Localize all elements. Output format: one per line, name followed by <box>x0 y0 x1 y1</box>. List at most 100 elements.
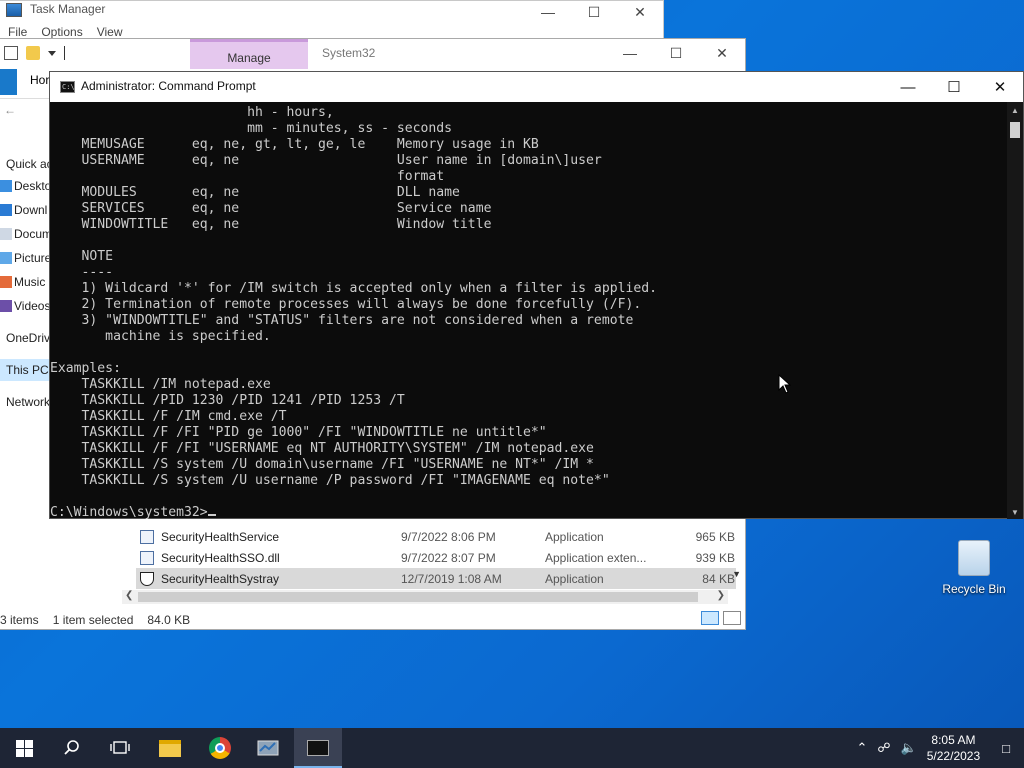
maximize-button[interactable]: ☐ <box>653 39 699 67</box>
task-manager-title: Task Manager <box>30 2 106 16</box>
file-name: SecurityHealthService <box>161 529 280 544</box>
cmd-scrollbar[interactable]: ▲ ▼ <box>1007 102 1023 519</box>
volume-icon[interactable]: 🔈 <box>901 740 917 756</box>
nav-documents[interactable]: Docum <box>0 223 52 245</box>
console-output[interactable]: hh - hours, mm - minutes, ss - seconds M… <box>50 105 1008 519</box>
horizontal-scrollbar[interactable]: ❮ ❯ <box>122 590 728 604</box>
file-name: SecurityHealthSSO.dll <box>161 550 280 565</box>
file-row-selected[interactable]: SecurityHealthSystray 12/7/2019 1:08 AM … <box>136 568 736 589</box>
nav-label: Quick ac <box>6 157 52 171</box>
nav-label: Docum <box>14 227 52 241</box>
file-date: 12/7/2019 1:08 AM <box>401 571 502 586</box>
clock-date: 5/22/2023 <box>926 749 981 763</box>
scroll-down-icon[interactable]: ▼ <box>1011 508 1019 517</box>
videos-icon <box>0 300 12 312</box>
nav-music[interactable]: Music <box>0 271 52 293</box>
file-size: 84 KB <box>702 571 735 586</box>
chevron-up-icon[interactable]: ⌃ <box>856 740 867 756</box>
nav-videos[interactable]: Videos <box>0 295 52 317</box>
taskbar-chrome[interactable] <box>196 728 244 768</box>
nav-downloads[interactable]: Downl <box>0 199 52 221</box>
properties-icon[interactable] <box>4 46 18 60</box>
tab-home[interactable]: Hor <box>30 73 49 87</box>
details-view-icon[interactable] <box>701 611 719 625</box>
clock-time: 8:05 AM <box>931 733 976 747</box>
explorer-titlebar: Manage System32 — ☐ ✕ <box>0 39 745 69</box>
nav-onedrive[interactable]: OneDriv <box>0 327 52 349</box>
task-manager-menu: File Options View <box>0 25 123 39</box>
tab-file[interactable] <box>0 69 17 95</box>
nav-label: Deskto <box>14 179 52 193</box>
close-button[interactable]: ✕ <box>617 1 663 23</box>
system-tray: ⌃ ☍ 🔈 8:05 AM 5/22/2023 □ <box>856 728 1024 768</box>
selection-count: 1 item selected <box>52 613 134 627</box>
file-date: 9/7/2022 8:07 PM <box>401 550 496 565</box>
minimize-button[interactable]: — <box>885 72 931 102</box>
minimize-button[interactable]: — <box>525 1 571 23</box>
task-manager-icon <box>257 740 279 756</box>
recycle-bin-label: Recycle Bin <box>942 582 1006 596</box>
network-icon[interactable]: ☍ <box>877 740 890 756</box>
clock[interactable]: 8:05 AM 5/22/2023 <box>927 732 980 764</box>
taskbar-task-manager[interactable] <box>244 728 292 768</box>
toolbar-divider <box>64 46 65 60</box>
file-type: Application <box>545 529 604 544</box>
command-prompt-window[interactable]: C:\ Administrator: Command Prompt — ☐ ✕ … <box>49 71 1024 519</box>
scroll-right-icon[interactable]: ❯ <box>717 590 725 601</box>
maximize-button[interactable]: ☐ <box>931 72 977 102</box>
nav-label: Downl <box>14 203 48 217</box>
scroll-up-icon[interactable]: ▲ <box>1011 106 1019 115</box>
file-row[interactable]: SecurityHealthSSO.dll 9/7/2022 8:07 PM A… <box>136 547 736 568</box>
new-folder-icon[interactable] <box>26 46 40 60</box>
chrome-icon <box>209 737 231 759</box>
nav-pictures[interactable]: Picture <box>0 247 52 269</box>
search-icon <box>64 740 79 755</box>
close-button[interactable]: ✕ <box>977 72 1023 102</box>
music-icon <box>0 276 12 288</box>
file-row[interactable]: SecurityHealthService 9/7/2022 8:06 PM A… <box>136 526 736 547</box>
tab-manage[interactable]: Manage <box>190 39 308 69</box>
search-button[interactable] <box>48 728 96 768</box>
menu-view[interactable]: View <box>97 25 123 39</box>
nav-desktop[interactable]: Deskto <box>0 175 52 197</box>
console-prompt: C:\Windows\system32> <box>50 505 208 519</box>
notification-icon[interactable]: □ <box>1002 741 1010 756</box>
menu-options[interactable]: Options <box>41 25 82 39</box>
close-button[interactable]: ✕ <box>699 39 745 67</box>
file-size: 939 KB <box>695 550 735 565</box>
large-icons-view-icon[interactable] <box>723 611 741 625</box>
text-cursor <box>207 514 216 516</box>
nav-quick-access[interactable]: Quick ac <box>0 153 52 175</box>
cmd-title: Administrator: Command Prompt <box>81 79 256 93</box>
taskbar-file-explorer[interactable] <box>146 728 194 768</box>
application-icon <box>140 529 154 544</box>
chevron-down-icon[interactable] <box>48 50 56 56</box>
file-type: Application exten... <box>545 550 647 565</box>
scrollbar-thumb[interactable] <box>138 592 698 602</box>
maximize-button[interactable]: ☐ <box>571 1 617 23</box>
scroll-down-icon[interactable]: ▼ <box>732 569 741 579</box>
file-type: Application <box>545 571 604 586</box>
nav-network[interactable]: Network <box>0 391 52 413</box>
shield-icon <box>140 571 154 586</box>
menu-file[interactable]: File <box>8 25 27 39</box>
cmd-icon <box>307 740 329 756</box>
file-name: SecurityHealthSystray <box>161 571 280 586</box>
quick-access-toolbar <box>4 46 65 60</box>
task-manager-icon <box>6 3 22 17</box>
recycle-bin[interactable]: Recycle Bin <box>938 540 1010 596</box>
scrollbar-thumb[interactable] <box>1010 122 1020 138</box>
cmd-window-buttons: — ☐ ✕ <box>885 72 1023 102</box>
folder-icon <box>159 739 181 757</box>
start-button[interactable] <box>0 728 48 768</box>
taskbar: ⌃ ☍ 🔈 8:05 AM 5/22/2023 □ <box>0 728 1024 768</box>
file-size: 965 KB <box>695 529 735 544</box>
back-arrow-icon[interactable]: ← <box>4 103 16 117</box>
scroll-left-icon[interactable]: ❮ <box>125 590 133 601</box>
dll-file-icon <box>140 550 154 565</box>
nav-this-pc[interactable]: This PC <box>0 359 52 381</box>
task-view-button[interactable] <box>96 728 144 768</box>
minimize-button[interactable]: — <box>607 39 653 67</box>
view-switcher <box>701 611 741 625</box>
taskbar-command-prompt[interactable] <box>294 728 342 768</box>
